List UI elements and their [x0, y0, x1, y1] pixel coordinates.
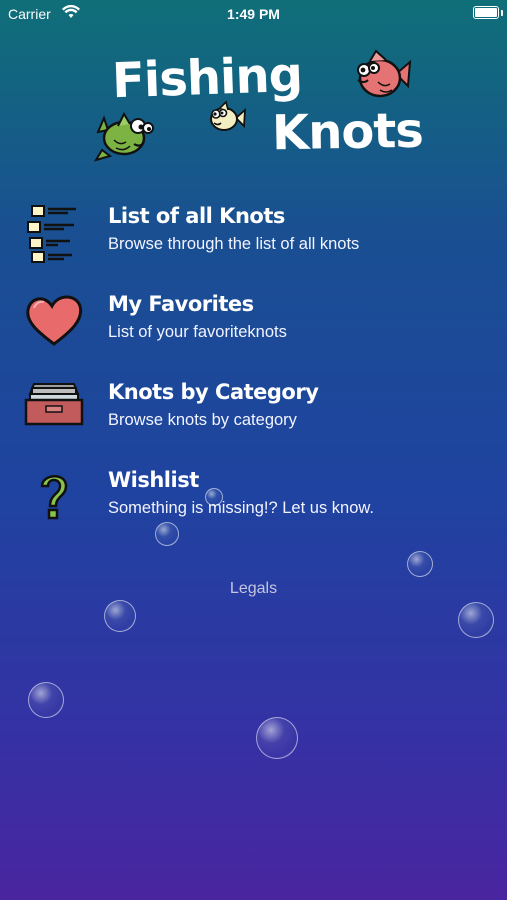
menu-item-subtitle: Browse knots by category [108, 411, 297, 429]
battery-icon [473, 6, 499, 19]
heart-icon [26, 295, 83, 346]
red-fish-icon [357, 49, 412, 98]
menu-item-subtitle: Something is missing!? Let us know. [108, 499, 374, 517]
bubble-decoration [28, 682, 64, 718]
menu-item-title: Wishlist [108, 468, 199, 492]
app-logo: Fishing Knots [0, 40, 507, 170]
menu-item-title: My Favorites [108, 292, 254, 316]
list-icon [27, 205, 76, 263]
menu-item-category[interactable]: Knots by Category Browse knots by catego… [0, 380, 507, 458]
menu-item-subtitle: Browse through the list of all knots [108, 235, 360, 253]
bubble-decoration [458, 602, 494, 638]
legals-link[interactable]: Legals [0, 580, 507, 598]
menu-item-all-knots[interactable]: List of all Knots Browse through the lis… [0, 204, 507, 282]
status-time: 1:49 PM [227, 6, 280, 22]
bubble-decoration [256, 717, 298, 759]
battery-cap [501, 10, 503, 16]
status-bar: Carrier 1:49 PM [0, 0, 507, 28]
question-mark-icon [40, 475, 68, 520]
menu-item-title: List of all Knots [108, 204, 285, 228]
bubble-decoration [205, 488, 223, 506]
menu-item-subtitle: List of your favoriteknots [108, 323, 287, 341]
green-fish-icon [94, 111, 154, 162]
bubble-decoration [104, 600, 136, 632]
bubble-decoration [407, 551, 433, 577]
card-box-icon [24, 383, 84, 426]
logo-line-2: Knots [271, 102, 424, 162]
menu-item-favorites[interactable]: My Favorites List of your favoriteknots [0, 292, 507, 370]
bubble-decoration [155, 522, 179, 546]
yellow-fish-icon [210, 100, 246, 131]
menu-item-wishlist[interactable]: Wishlist Something is missing!? Let us k… [0, 468, 507, 546]
menu-item-title: Knots by Category [108, 380, 319, 404]
